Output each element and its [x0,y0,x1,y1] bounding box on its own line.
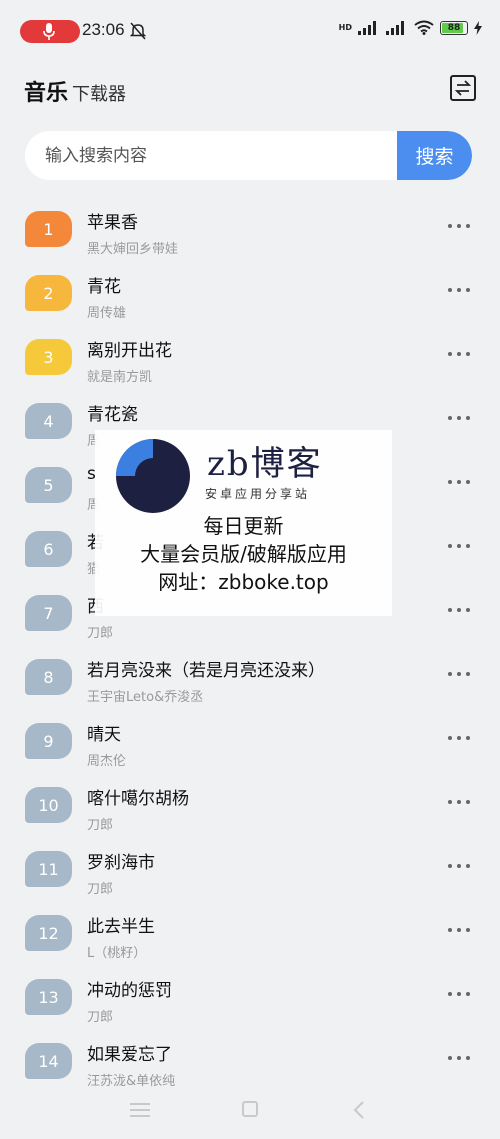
song-artist: 刀郎 [87,818,114,833]
rank-badge: 7 [25,595,72,631]
more-options-icon[interactable] [448,926,470,934]
rank-badge: 11 [25,851,72,887]
rank-badge: 2 [25,275,72,311]
watermark-overlay: zb博客 安卓应用分享站 每日更新 大量会员版/破解版应用 网址：zbboke.… [95,430,392,616]
song-title: 青花 [87,277,121,297]
search-input[interactable] [25,131,397,180]
song-list-item[interactable]: 13 冲动的惩罚刀郎 [0,966,500,1030]
song-list-item[interactable]: 11 罗刹海市刀郎 [0,838,500,902]
song-title: 冲动的惩罚 [87,981,172,1001]
song-title: 如果爱忘了 [87,1045,172,1065]
recent-apps-button[interactable] [130,1103,150,1117]
watermark-tagline: 安卓应用分享站 [205,487,311,501]
rank-badge: 10 [25,787,72,823]
song-artist: L（桃籽） [87,946,147,961]
home-button[interactable] [242,1101,258,1117]
clock: 23:06 [82,20,125,39]
more-options-icon[interactable] [448,478,470,486]
watermark-line-1: 每日更新 [203,514,284,538]
more-options-icon[interactable] [448,414,470,422]
song-list-item[interactable]: 8 若月亮没来（若是月亮还没来） 王宇宙Leto&乔浚丞 [0,646,500,710]
battery-level: 88 [447,22,461,33]
rank-badge: 4 [25,403,72,439]
signal-icon-2 [386,20,404,35]
swap-icon [454,80,472,96]
song-title: 青花瓷 [87,405,138,425]
more-options-icon[interactable] [448,670,470,678]
more-options-icon[interactable] [448,606,470,614]
rank-badge: 3 [25,339,72,375]
song-list-item[interactable]: 9 晴天周杰伦 [0,710,500,774]
song-title: 苹果香 [87,213,138,233]
microphone-icon [43,23,55,40]
more-options-icon[interactable] [448,542,470,550]
song-list-item[interactable]: 10 喀什噶尔胡杨刀郎 [0,774,500,838]
app-subtitle: 下载器 [72,84,127,105]
song-title: 罗刹海市 [87,853,155,873]
song-artist: 王宇宙Leto&乔浚丞 [87,690,204,705]
song-artist: 刀郎 [87,882,114,897]
system-icons: HD 88 [339,20,482,35]
rank-badge: 5 [25,467,72,503]
zb-logo-icon [116,439,190,513]
back-button[interactable] [352,1100,366,1120]
rank-badge: 13 [25,979,72,1015]
mute-bell-icon [130,22,146,40]
app-title: 音乐 [24,81,69,106]
watermark-line-2: 大量会员版/破解版应用 [140,542,347,566]
watermark-line-3: 网址：zbboke.top [158,570,329,594]
rank-badge: 14 [25,1043,72,1079]
more-options-icon[interactable] [448,222,470,230]
song-list-item[interactable]: 2 青花周传雄 [0,262,500,326]
system-nav-bar [0,1085,500,1139]
more-options-icon[interactable] [448,798,470,806]
song-artist: 就是南方凯 [87,370,153,385]
song-artist: 刀郎 [87,1010,114,1025]
song-title: 喀什噶尔胡杨 [87,789,189,809]
song-title: 离别开出花 [87,341,172,361]
microphone-indicator[interactable] [20,20,80,43]
song-list-item[interactable]: 3 离别开出花就是南方凯 [0,326,500,390]
status-bar: 23:06 HD 88 [0,0,500,62]
song-artist: 黑大婶回乡带娃 [87,242,179,257]
song-artist: 周杰伦 [87,754,127,769]
rank-badge: 6 [25,531,72,567]
more-options-icon[interactable] [448,1054,470,1062]
song-artist: 刀郎 [87,626,114,641]
search-button[interactable]: 搜索 [397,131,472,180]
song-title: 若月亮没来（若是月亮还没来） [87,661,325,681]
song-artist: 周传雄 [87,306,127,321]
watermark-brand: zb博客 [207,444,323,484]
app-header: 音乐 下载器 [24,75,476,107]
signal-icon [358,20,376,35]
song-list-item[interactable]: 1 苹果香黑大婶回乡带娃 [0,198,500,262]
charging-icon [474,20,482,35]
swap-button[interactable] [450,75,476,101]
song-list: 1苹果香黑大婶回乡带娃2青花周传雄3离别开出花就是南方凯4青花瓷周5s周6若猫7… [0,198,500,1094]
song-list-item[interactable]: 12 此去半生 L（桃籽） [0,902,500,966]
search-bar: 搜索 [25,131,472,180]
more-options-icon[interactable] [448,286,470,294]
song-title: 此去半生 [87,917,155,937]
rank-badge: 12 [25,915,72,951]
more-options-icon[interactable] [448,350,470,358]
more-options-icon[interactable] [448,734,470,742]
song-title: 晴天 [87,725,121,745]
rank-badge: 9 [25,723,72,759]
battery-icon: 88 [440,20,468,35]
wifi-icon [414,20,434,35]
network-label: HD [338,23,352,32]
more-options-icon[interactable] [448,990,470,998]
rank-badge: 1 [25,211,72,247]
rank-badge: 8 [25,659,72,695]
more-options-icon[interactable] [448,862,470,870]
